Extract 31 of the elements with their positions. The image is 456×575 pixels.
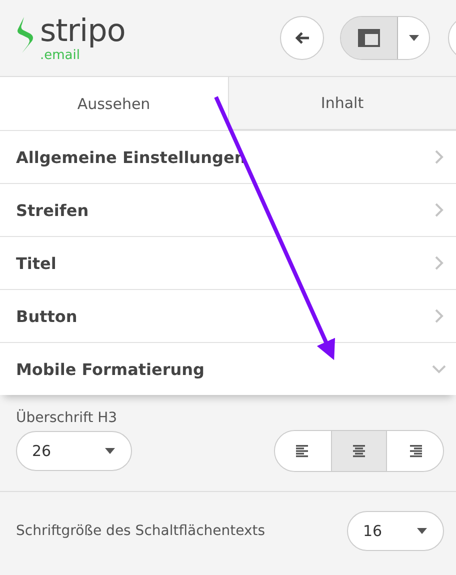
layout-icon <box>358 29 380 47</box>
align-center-button[interactable] <box>331 431 387 471</box>
back-button[interactable] <box>280 16 324 60</box>
align-right-icon <box>408 444 422 458</box>
section-title: Mobile Formatierung <box>16 360 204 378</box>
accordion-item[interactable]: Button <box>0 289 456 342</box>
section-title: Streifen <box>16 200 89 220</box>
tab[interactable]: Inhalt <box>228 77 456 130</box>
accordion-item[interactable]: Streifen <box>0 183 456 236</box>
field-label: Schriftgröße des Schaltflächentexts <box>16 523 266 539</box>
alignment-toggle-group[interactable] <box>274 430 444 472</box>
logo-suffix: .email <box>40 49 81 63</box>
align-center-icon <box>352 444 366 458</box>
dropdown-button[interactable] <box>398 17 429 59</box>
caret-icon <box>417 528 427 534</box>
font-size-select[interactable]: 16 <box>347 511 444 551</box>
accordion-item[interactable]: Mobile Formatierung <box>0 342 456 395</box>
section-title: Button <box>16 306 78 326</box>
field-label: Überschrift H3 <box>16 410 118 426</box>
align-left-button[interactable] <box>275 431 331 471</box>
font-size-select[interactable]: 26 <box>16 431 132 471</box>
align-right-button[interactable] <box>387 431 443 471</box>
back-arrow-icon <box>294 31 310 45</box>
logo-wordmark: stripo <box>40 13 126 49</box>
tab[interactable]: Aussehen <box>0 77 228 130</box>
caret-icon <box>105 448 115 454</box>
caret-icon <box>408 35 418 41</box>
accordion-item[interactable]: Titel <box>0 236 456 289</box>
layout-button[interactable] <box>341 17 398 59</box>
align-left-icon <box>296 444 310 458</box>
section-title: Titel <box>16 254 56 272</box>
